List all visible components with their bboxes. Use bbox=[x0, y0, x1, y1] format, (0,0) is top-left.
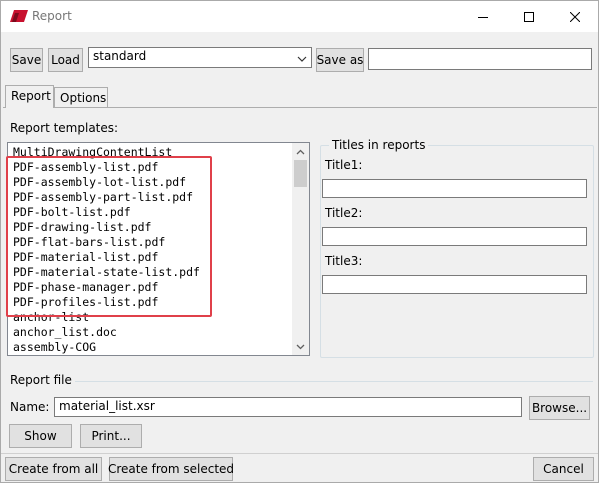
maximize-icon[interactable] bbox=[506, 1, 552, 32]
report-file-label: Report file bbox=[10, 373, 72, 387]
title3-input[interactable] bbox=[322, 275, 587, 294]
scroll-down-icon[interactable] bbox=[292, 338, 309, 355]
attribute-set-select[interactable]: standard bbox=[88, 47, 312, 68]
title3-label: Title3: bbox=[325, 254, 363, 268]
pdf-templates-highlight bbox=[6, 156, 212, 317]
print-button[interactable]: Print... bbox=[80, 424, 142, 448]
titles-groupbox: Titles in reports bbox=[320, 138, 594, 358]
title2-label: Title2: bbox=[325, 206, 363, 220]
show-button[interactable]: Show bbox=[9, 424, 72, 448]
chevron-down-icon[interactable] bbox=[297, 52, 307, 66]
load-button[interactable]: Load bbox=[48, 48, 83, 72]
titles-legend: Titles in reports bbox=[329, 138, 429, 152]
app-logo-icon bbox=[10, 10, 28, 22]
title1-label: Title1: bbox=[325, 158, 363, 172]
footer-divider bbox=[1, 453, 598, 454]
tab-report[interactable]: Report bbox=[5, 85, 54, 108]
report-templates-label: Report templates: bbox=[10, 121, 119, 135]
create-from-all-button[interactable]: Create from all bbox=[5, 457, 102, 481]
report-file-name-input[interactable]: material_list.xsr bbox=[54, 397, 522, 417]
attribute-set-value: standard bbox=[93, 49, 147, 63]
close-icon[interactable] bbox=[552, 1, 598, 32]
browse-button[interactable]: Browse... bbox=[529, 396, 590, 420]
save-button[interactable]: Save bbox=[10, 48, 43, 72]
save-as-input[interactable] bbox=[368, 48, 592, 70]
window-title: Report bbox=[32, 9, 72, 23]
create-from-selected-button[interactable]: Create from selected bbox=[108, 457, 234, 481]
report-file-divider bbox=[75, 381, 593, 382]
templates-scrollbar[interactable] bbox=[292, 143, 309, 355]
cancel-button[interactable]: Cancel bbox=[533, 457, 594, 481]
list-item[interactable]: assembly-COG bbox=[8, 340, 293, 355]
report-dialog: Report Save Load standard Save as Report… bbox=[0, 0, 599, 483]
save-as-button[interactable]: Save as bbox=[316, 48, 364, 72]
title-bar: Report bbox=[1, 1, 598, 32]
scrollbar-thumb[interactable] bbox=[294, 160, 307, 187]
minimize-icon[interactable] bbox=[460, 1, 506, 32]
scroll-up-icon[interactable] bbox=[292, 143, 309, 160]
name-label: Name: bbox=[10, 400, 50, 414]
title1-input[interactable] bbox=[322, 179, 587, 198]
title2-input[interactable] bbox=[322, 227, 587, 246]
list-item[interactable]: anchor_list.doc bbox=[8, 325, 293, 340]
tab-options[interactable]: Options bbox=[54, 87, 108, 107]
